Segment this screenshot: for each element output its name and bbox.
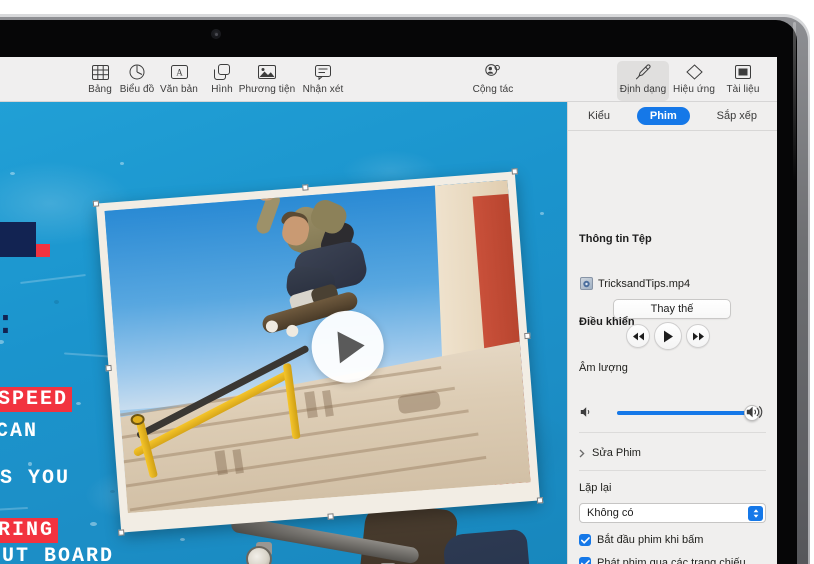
- inspector-tabs: Kiểu Phim Sắp xếp: [568, 102, 777, 131]
- toolbar-button-document[interactable]: Tài liệu: [719, 61, 767, 101]
- volume-slider-fill: [617, 411, 753, 415]
- text-icon: A: [171, 62, 188, 82]
- inspector-content: Thông tin Tệp TricksandTips.mp4 Thay thế…: [568, 130, 777, 564]
- toolbar-button-collaborate[interactable]: Cộng tác: [458, 61, 528, 101]
- video-placeholder[interactable]: [96, 171, 540, 532]
- selection-handle-middle-right[interactable]: [524, 333, 530, 339]
- media-icon: [258, 62, 276, 82]
- format-inspector-panel: Kiểu Phim Sắp xếp Thông tin Tệp Tricksan…: [567, 102, 777, 564]
- laptop-device: Bảng Biểu đồ A Văn bản Hình: [0, 0, 814, 564]
- selection-handle-top-left[interactable]: [93, 200, 99, 206]
- toolbar-label-collaborate: Cộng tác: [473, 84, 514, 95]
- fast-forward-icon: [692, 332, 705, 341]
- section-title-file-info: Thông tin Tệp: [579, 233, 652, 245]
- edit-movie-disclosure[interactable]: Sửa Phim: [579, 447, 641, 459]
- play-button[interactable]: [654, 322, 682, 350]
- chart-icon: [129, 62, 145, 82]
- edit-movie-label: Sửa Phim: [592, 447, 641, 459]
- bezel-gloss: [793, 22, 796, 182]
- screen-content: Bảng Biểu đồ A Văn bản Hình: [0, 57, 777, 564]
- checkbox-label-start-on-click: Bắt đầu phim khi bấm: [597, 534, 703, 546]
- tab-arrange[interactable]: Sắp xếp: [704, 107, 770, 125]
- selection-handle-bottom-center[interactable]: [327, 513, 333, 519]
- video-frame-border: [96, 171, 540, 532]
- slide-body-line-1: ABLE SPEED: [0, 387, 72, 412]
- section-title-loop: Lặp lại: [579, 482, 611, 494]
- slide-body-line-4: , BRING: [0, 518, 58, 543]
- play-triangle-icon: [337, 329, 365, 363]
- toolbar-button-animate[interactable]: Hiệu ứng: [669, 61, 719, 101]
- tab-style[interactable]: Kiểu: [575, 107, 623, 125]
- webcam-lens-icon: [215, 33, 218, 36]
- selection-handle-bottom-left[interactable]: [118, 529, 124, 535]
- video-poster-image: [105, 180, 531, 513]
- selection-handle-middle-left[interactable]: [105, 365, 111, 371]
- volume-low-icon: [580, 406, 594, 418]
- comment-icon: [315, 62, 331, 82]
- section-title-controls: Điều khiển: [579, 316, 635, 328]
- toolbar-label-format: Định dạng: [620, 84, 667, 95]
- rewind-icon: [632, 332, 645, 341]
- slide-body-line-3: N AS YOU: [0, 466, 74, 491]
- checkbox-row-start-on-click[interactable]: Bắt đầu phim khi bấm: [579, 534, 703, 546]
- svg-text:A: A: [176, 68, 183, 78]
- loop-select[interactable]: Không có: [579, 503, 766, 523]
- tab-movie[interactable]: Phim: [637, 107, 690, 125]
- volume-high-icon: [746, 405, 764, 419]
- slide-heading: LIE:: [0, 306, 18, 344]
- checkmark-icon: [579, 557, 591, 564]
- slide-title-box: [0, 222, 36, 257]
- format-brush-icon: [635, 62, 652, 82]
- toolbar-button-format[interactable]: Định dạng: [617, 61, 669, 101]
- inspector-divider: [579, 470, 766, 471]
- selection-handle-bottom-right[interactable]: [537, 497, 543, 503]
- movie-file-name: TricksandTips.mp4: [598, 278, 690, 290]
- slide-canvas[interactable]: tips LIE: ABLE SPEED CAN N AS YOU , BRIN…: [0, 102, 567, 564]
- animate-icon: [686, 62, 703, 82]
- fast-forward-button[interactable]: [686, 324, 710, 348]
- checkmark-icon: [579, 534, 591, 546]
- toolbar-label-document: Tài liệu: [726, 84, 759, 95]
- collaborate-icon: [484, 62, 502, 82]
- app-toolbar: Bảng Biểu đồ A Văn bản Hình: [0, 57, 777, 102]
- toolbar-label-comment: Nhận xét: [303, 84, 344, 95]
- inspector-divider: [579, 432, 766, 433]
- chevron-updown-icon: [748, 506, 763, 521]
- chevron-right-icon: [579, 449, 585, 458]
- toolbar-label-animate: Hiệu ứng: [673, 84, 715, 95]
- rewind-button[interactable]: [626, 324, 650, 348]
- selection-handle-top-center[interactable]: [302, 184, 308, 190]
- slide-body-line-2: CAN: [0, 419, 42, 444]
- selection-handle-top-right[interactable]: [512, 168, 518, 174]
- play-icon: [663, 330, 674, 343]
- section-title-volume: Âm lượng: [579, 362, 628, 374]
- checkbox-label-play-across-slides: Phát phim qua các trang chiếu: [597, 557, 746, 564]
- toolbar-button-comment[interactable]: Nhận xét: [288, 61, 358, 101]
- toolbar-label-media: Phương tiện: [239, 84, 296, 95]
- checkbox-row-play-across-slides[interactable]: Phát phim qua các trang chiếu: [579, 557, 746, 564]
- movie-file-icon: [580, 277, 593, 290]
- slide-body-line-5: L OUT BOARD: [0, 544, 118, 564]
- loop-select-value: Không có: [587, 507, 633, 519]
- document-icon: [735, 62, 751, 82]
